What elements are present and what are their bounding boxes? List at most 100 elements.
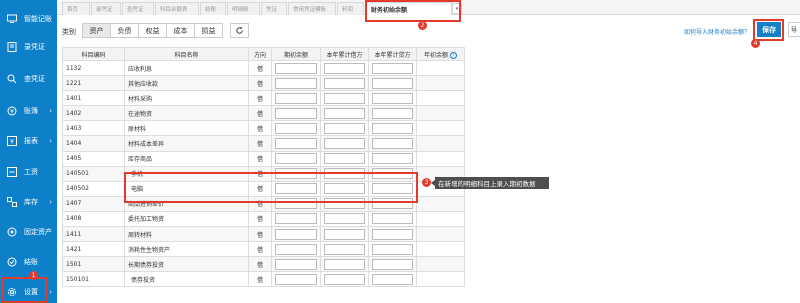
- ytd-debit-input[interactable]: [324, 92, 365, 104]
- ytd-debit-input[interactable]: [324, 62, 365, 74]
- sidebar-item-smart-bookkeeping[interactable]: 智能记账: [0, 4, 57, 34]
- cell-opening-balance[interactable]: [271, 256, 321, 273]
- import-button[interactable]: 导: [788, 22, 800, 37]
- cell-ytd-debit[interactable]: [320, 120, 369, 137]
- ytd-debit-input[interactable]: [324, 213, 365, 225]
- cell-ytd-debit[interactable]: [320, 135, 369, 152]
- cell-opening-balance[interactable]: [271, 75, 321, 92]
- sidebar-item-enter-voucher[interactable]: 录凭证: [0, 32, 57, 62]
- cell-opening-balance[interactable]: [271, 90, 321, 107]
- cell-ytd-credit[interactable]: [368, 135, 417, 152]
- import-help-link[interactable]: 如何导入财务初始余额？: [684, 27, 750, 36]
- cell-ytd-credit[interactable]: [368, 150, 417, 167]
- ytd-credit-input[interactable]: [372, 153, 413, 165]
- sidebar-item-fixed-assets[interactable]: 固定资产: [0, 217, 57, 247]
- tab-enter-voucher[interactable]: 录凭证: [91, 2, 121, 15]
- tab-voucher-templates[interactable]: 常用凭证模板: [288, 2, 336, 15]
- cell-ytd-debit[interactable]: [320, 241, 369, 258]
- opening-balance-input[interactable]: [275, 153, 317, 165]
- sidebar-item-salary[interactable]: 工资: [0, 157, 57, 187]
- cell-ytd-credit[interactable]: [368, 271, 417, 288]
- cell-account-code: 1401: [62, 90, 125, 107]
- cell-ytd-debit[interactable]: [320, 59, 369, 77]
- ytd-debit-input[interactable]: [324, 243, 365, 255]
- tab-profit[interactable]: 利润: [337, 2, 364, 15]
- cell-opening-balance[interactable]: [271, 150, 321, 167]
- ytd-debit-input[interactable]: [324, 273, 365, 285]
- opening-balance-input[interactable]: [275, 138, 317, 150]
- cell-ytd-debit[interactable]: [320, 271, 369, 288]
- cell-ytd-debit[interactable]: [320, 226, 369, 243]
- cell-opening-balance[interactable]: [271, 271, 321, 288]
- cell-ytd-credit[interactable]: [368, 226, 417, 243]
- tab-home[interactable]: 首页: [62, 2, 90, 15]
- cell-opening-balance[interactable]: [271, 241, 321, 258]
- opening-balance-input[interactable]: [275, 213, 317, 225]
- cell-ytd-debit[interactable]: [320, 75, 369, 92]
- ytd-credit-input[interactable]: [372, 107, 413, 119]
- cell-opening-balance[interactable]: [271, 105, 321, 122]
- ytd-credit-input[interactable]: [372, 92, 413, 104]
- ytd-debit-input[interactable]: [324, 228, 365, 240]
- ytd-debit-input[interactable]: [324, 122, 365, 134]
- ytd-credit-input[interactable]: [372, 243, 413, 255]
- refresh-button[interactable]: [230, 23, 249, 38]
- cell-ytd-debit[interactable]: [320, 105, 369, 122]
- opening-balance-input[interactable]: [275, 258, 317, 270]
- cell-opening-balance[interactable]: [271, 226, 321, 243]
- ytd-credit-input[interactable]: [372, 273, 413, 285]
- ytd-credit-input[interactable]: [372, 77, 413, 89]
- cell-ytd-credit[interactable]: [368, 59, 417, 77]
- cell-opening-balance[interactable]: [271, 59, 321, 77]
- opening-balance-input[interactable]: [275, 92, 317, 104]
- category-liabilities-button[interactable]: 负债: [110, 23, 139, 38]
- tab-detail-ledger[interactable]: 明细账: [227, 2, 260, 15]
- ytd-credit-input[interactable]: [372, 138, 413, 150]
- opening-balance-input[interactable]: [275, 107, 317, 119]
- ytd-credit-input[interactable]: [372, 258, 413, 270]
- cell-ytd-debit[interactable]: [320, 210, 369, 228]
- category-profit-loss-button[interactable]: 损益: [194, 23, 223, 38]
- ytd-credit-input[interactable]: [372, 62, 413, 74]
- category-equity-button[interactable]: 权益: [138, 23, 167, 38]
- cell-ytd-debit[interactable]: [320, 90, 369, 107]
- ytd-credit-input[interactable]: [372, 228, 413, 240]
- ytd-debit-input[interactable]: [324, 77, 365, 89]
- cell-ytd-credit[interactable]: [368, 75, 417, 92]
- opening-balance-input[interactable]: [275, 122, 317, 134]
- opening-balance-input[interactable]: [275, 228, 317, 240]
- opening-balance-input[interactable]: [275, 62, 317, 74]
- cell-ytd-credit[interactable]: [368, 105, 417, 122]
- sidebar-item-query-voucher[interactable]: 查凭证: [0, 64, 57, 94]
- opening-balance-input[interactable]: [275, 273, 317, 285]
- cell-ytd-debit[interactable]: [320, 256, 369, 273]
- tab-query-voucher[interactable]: 查凭证: [122, 2, 154, 15]
- ytd-credit-input[interactable]: [372, 122, 413, 134]
- ytd-debit-input[interactable]: [324, 138, 365, 150]
- cell-opening-balance[interactable]: [271, 210, 321, 228]
- category-cost-button[interactable]: 成本: [166, 23, 195, 38]
- tab-voucher[interactable]: 凭证: [261, 2, 287, 15]
- help-icon[interactable]: ?: [450, 51, 457, 59]
- ytd-debit-input[interactable]: [324, 153, 365, 165]
- ytd-credit-input[interactable]: [372, 213, 413, 225]
- opening-balance-input[interactable]: [275, 77, 317, 89]
- opening-balance-input[interactable]: [275, 243, 317, 255]
- tab-close-book[interactable]: 结账: [200, 2, 226, 15]
- cell-ytd-credit[interactable]: [368, 256, 417, 273]
- cell-opening-balance[interactable]: [271, 135, 321, 152]
- cell-ytd-credit[interactable]: [368, 90, 417, 107]
- cell-ytd-debit[interactable]: [320, 150, 369, 167]
- sidebar-item-reports[interactable]: ¥ 报表 ›: [0, 126, 57, 156]
- cell-ytd-credit[interactable]: [368, 120, 417, 137]
- ytd-debit-input[interactable]: [324, 258, 365, 270]
- sidebar-item-ledger[interactable]: ¥ 账簿 ›: [0, 96, 57, 126]
- cell-ytd-credit[interactable]: [368, 210, 417, 228]
- sidebar-item-inventory[interactable]: 库存 ›: [0, 187, 57, 217]
- cell-opening-balance[interactable]: [271, 120, 321, 137]
- cell-year-start-balance: [416, 241, 465, 258]
- tab-account-balance[interactable]: 科目余额表: [155, 2, 199, 15]
- category-assets-button[interactable]: 资产: [82, 23, 111, 38]
- cell-ytd-credit[interactable]: [368, 241, 417, 258]
- ytd-debit-input[interactable]: [324, 107, 365, 119]
